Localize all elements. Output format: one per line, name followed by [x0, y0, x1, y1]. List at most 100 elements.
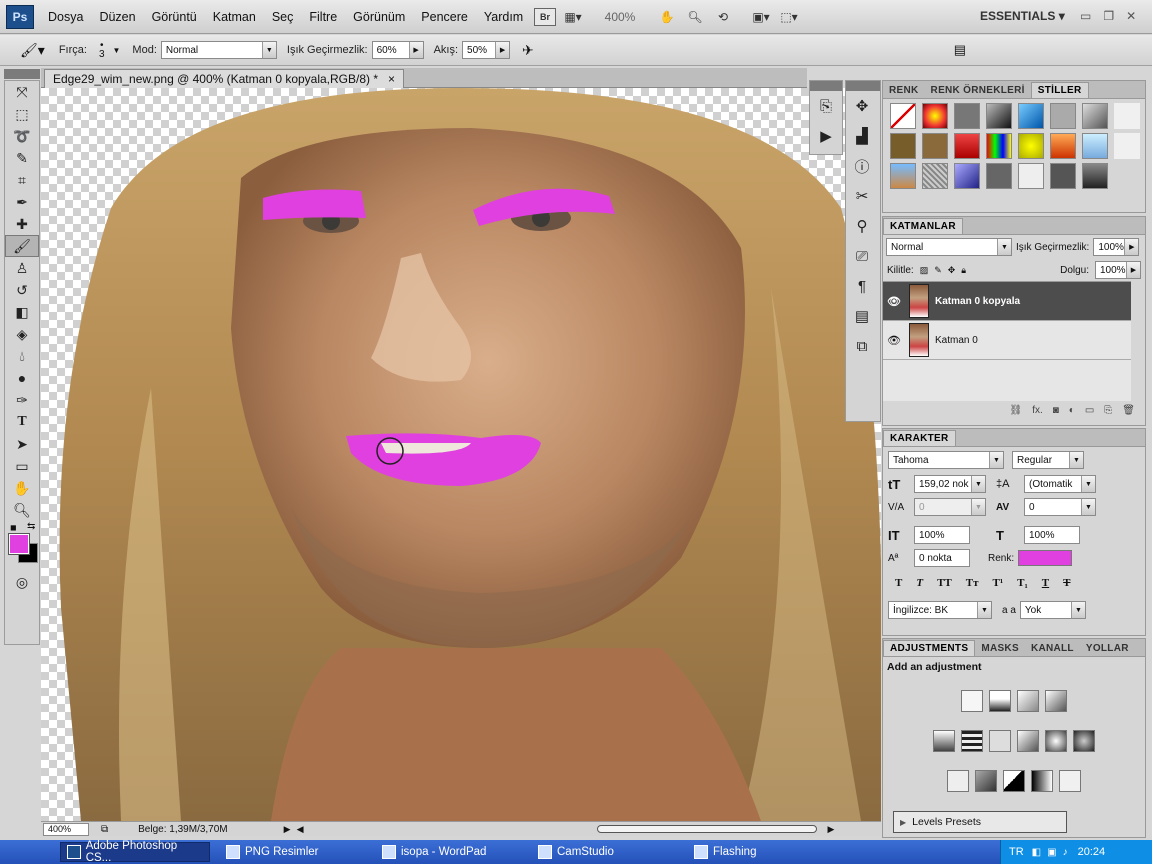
language-indicator[interactable]: TR: [1009, 846, 1024, 858]
shape-tool-icon[interactable]: ▭: [5, 455, 39, 477]
dock-grip[interactable]: [810, 81, 842, 91]
style-swatch[interactable]: [1018, 103, 1044, 129]
menu-sec[interactable]: Seç: [264, 0, 302, 34]
font-size-field[interactable]: 159,02 nok ▼: [914, 475, 986, 493]
healing-brush-icon[interactable]: ✚: [5, 213, 39, 235]
mode-select[interactable]: Normal ▼: [160, 41, 277, 59]
arrange-icon[interactable]: ▣▾: [750, 7, 772, 27]
layer-comps-icon[interactable]: ⧉: [846, 331, 878, 361]
fx-icon[interactable]: fx.: [1032, 405, 1043, 416]
zoom-field[interactable]: 400%: [43, 822, 89, 836]
tools-preset-icon[interactable]: ✂: [846, 181, 878, 211]
invert-icon[interactable]: [947, 770, 969, 792]
style-swatch[interactable]: [922, 163, 948, 189]
workspace-switcher[interactable]: ESSENTIALS ▾: [980, 9, 1065, 23]
gradient-map-icon[interactable]: [1031, 770, 1053, 792]
film-icon[interactable]: ▦▾: [562, 7, 584, 27]
menu-goruntu[interactable]: Görüntü: [144, 0, 205, 34]
eraser-icon[interactable]: ◧: [5, 301, 39, 323]
photoshop-logo[interactable]: Ps: [6, 5, 34, 29]
dock-grip[interactable]: [846, 81, 880, 91]
brush-dropdown-icon[interactable]: ▼: [113, 46, 121, 55]
lock-transparent-icon[interactable]: ▨: [920, 265, 929, 276]
hand-icon[interactable]: ✋: [656, 7, 678, 27]
leading-field[interactable]: (Otomatik ▼: [1024, 475, 1096, 493]
navigator-icon[interactable]: ✥: [846, 91, 878, 121]
add-mask-icon[interactable]: ◙: [1053, 405, 1059, 416]
small-caps-icon[interactable]: Tт: [966, 577, 979, 589]
threshold-icon[interactable]: [1003, 770, 1025, 792]
histogram-icon[interactable]: ▟: [846, 121, 878, 151]
close-icon[interactable]: ✕: [1126, 9, 1136, 23]
restore-icon[interactable]: ❐: [1103, 9, 1114, 23]
new-group-icon[interactable]: ▭: [1085, 405, 1094, 416]
style-swatch[interactable]: [986, 103, 1012, 129]
adjustment-layer-icon[interactable]: ◐: [1069, 405, 1075, 416]
actions-panel-icon[interactable]: ▶: [810, 121, 842, 151]
clone-stamp-icon[interactable]: ♙: [5, 257, 39, 279]
fill-field[interactable]: 100% ▶: [1095, 261, 1141, 279]
hand-tool-icon[interactable]: ✋: [5, 477, 39, 499]
airbrush-icon[interactable]: ✈: [522, 42, 534, 59]
levels-presets-item[interactable]: ▶ Levels Presets: [893, 811, 1067, 833]
vertical-scale-field[interactable]: 100%: [914, 526, 970, 544]
status-icon[interactable]: ⧉: [101, 824, 108, 835]
exposure-icon[interactable]: [1045, 690, 1067, 712]
vibrance-icon[interactable]: [933, 730, 955, 752]
brushes-icon[interactable]: ⚲: [846, 211, 878, 241]
foreground-color[interactable]: [8, 533, 30, 555]
task-png-resimler[interactable]: PNG Resimler: [220, 842, 370, 862]
language-select[interactable]: İngilizce: BK ▼: [888, 601, 992, 619]
style-swatch[interactable]: [986, 163, 1012, 189]
paragraph-icon[interactable]: ¶: [846, 271, 878, 301]
lasso-tool-icon[interactable]: ➰: [5, 125, 39, 147]
document-tab[interactable]: Edge29_wim_new.png @ 400% (Katman 0 kopy…: [44, 69, 405, 88]
scroll-left-icon[interactable]: ◀: [297, 824, 304, 835]
move-tool-icon[interactable]: ⤧: [5, 81, 39, 103]
brightness-icon[interactable]: [961, 690, 983, 712]
quick-mask-icon[interactable]: ◎: [5, 571, 39, 593]
speaker-icon[interactable]: ♪: [1063, 847, 1068, 858]
menu-yardim[interactable]: Yardım: [476, 0, 531, 34]
style-swatch[interactable]: [1018, 163, 1044, 189]
menu-duzen[interactable]: Düzen: [91, 0, 143, 34]
levels-icon[interactable]: [989, 690, 1011, 712]
type-tool-icon[interactable]: T: [5, 411, 39, 433]
brush-tool-icon[interactable]: 🖌︎▾: [20, 42, 45, 59]
style-swatch[interactable]: [1082, 163, 1108, 189]
subscript-icon[interactable]: T₁: [1017, 577, 1028, 589]
blend-mode-select[interactable]: Normal ▼: [886, 238, 1012, 256]
blur-tool-icon[interactable]: 💧︎: [5, 345, 39, 367]
close-icon[interactable]: ×: [388, 72, 395, 86]
task-camstudio[interactable]: CamStudio: [532, 842, 682, 862]
bridge-button[interactable]: Br: [534, 8, 556, 26]
color-balance-icon[interactable]: [989, 730, 1011, 752]
style-swatch[interactable]: [986, 133, 1012, 159]
style-swatch[interactable]: [954, 133, 980, 159]
crop-tool-icon[interactable]: ⌗: [5, 169, 39, 191]
screen-mode-icon[interactable]: ⬚▾: [778, 7, 800, 27]
zoom-icon[interactable]: 🔍︎: [684, 7, 706, 27]
history-panel-icon[interactable]: ⎘: [810, 91, 842, 121]
style-swatch[interactable]: [954, 103, 980, 129]
font-style-select[interactable]: Regular ▼: [1012, 451, 1084, 469]
menu-pencere[interactable]: Pencere: [413, 0, 476, 34]
underline-icon[interactable]: T: [1042, 577, 1049, 589]
link-layers-icon[interactable]: ⛓: [1009, 405, 1022, 416]
style-swatch[interactable]: [1082, 103, 1108, 129]
eyedropper-icon[interactable]: ✒: [5, 191, 39, 213]
style-swatch[interactable]: [1050, 133, 1076, 159]
swap-colors-icon[interactable]: ⇆: [27, 521, 35, 532]
menu-filtre[interactable]: Filtre: [301, 0, 345, 34]
brush-size[interactable]: • 3: [99, 41, 105, 60]
task-photoshop[interactable]: Adobe Photoshop CS...: [60, 840, 210, 864]
faux-bold-icon[interactable]: T: [895, 577, 902, 589]
posterize-icon[interactable]: [975, 770, 997, 792]
style-swatch[interactable]: [922, 103, 948, 129]
paint-bucket-icon[interactable]: ◈: [5, 323, 39, 345]
hue-saturation-icon[interactable]: [961, 730, 983, 752]
minimize-icon[interactable]: ▭: [1080, 9, 1091, 23]
tray-icon[interactable]: ◧: [1032, 847, 1041, 858]
tracking-field[interactable]: 0 ▼: [1024, 498, 1096, 516]
layer-row-katman-0[interactable]: 👁︎ Katman 0: [883, 321, 1131, 360]
